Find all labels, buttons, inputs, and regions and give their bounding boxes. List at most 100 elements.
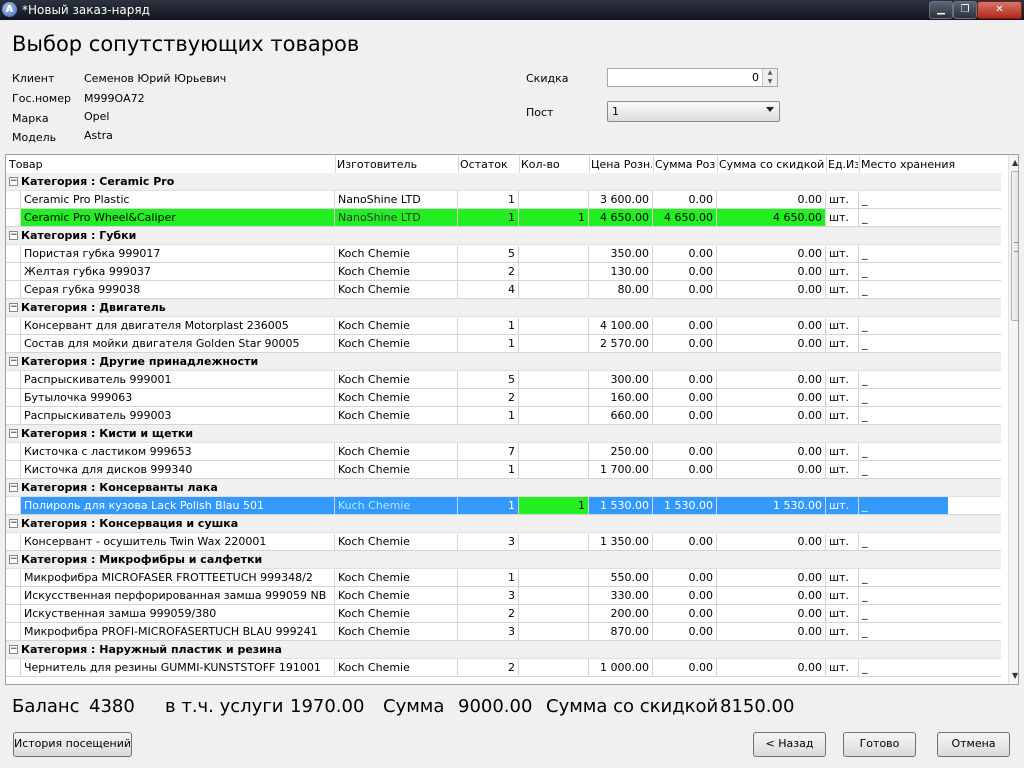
discount-value[interactable]: 0 — [752, 71, 759, 84]
scroll-thumb[interactable] — [1011, 171, 1018, 321]
sum-cell: 0.00 — [653, 191, 717, 208]
unit-cell: шт. — [826, 281, 859, 298]
table-row[interactable]: Чернитель для резины GUMMI-KUNSTSTOFF 19… — [6, 659, 1001, 677]
qty-cell[interactable] — [519, 335, 589, 352]
category-row[interactable]: − Категория : Консерванты лака — [6, 479, 1001, 497]
collapse-minus-icon[interactable]: − — [9, 555, 18, 564]
product-cell: Микрофибра MICROFASER FROTTEETUCH 999348… — [21, 569, 335, 586]
table-row[interactable]: Кисточка для дисков 999340 Koch Chemie 1 1 … — [6, 461, 1001, 479]
qty-cell[interactable] — [519, 281, 589, 298]
col-header-unit[interactable]: Ед.Из — [828, 158, 858, 171]
table-row[interactable]: Кисточка с ластиком 999653 Koch Chemie 7 25… — [6, 443, 1001, 461]
qty-cell[interactable] — [519, 623, 589, 640]
table-row[interactable]: Ceramic Pro Wheel&Caliper NanoShine LTD 1 1… — [6, 209, 1001, 227]
col-header-qty[interactable]: Кол-во — [521, 158, 588, 171]
category-row[interactable]: − Категория : Губки — [6, 227, 1001, 245]
qty-cell[interactable] — [519, 191, 589, 208]
row-indent — [6, 245, 21, 262]
discount-sum-label: Сумма со скидкой — [546, 696, 719, 717]
table-row[interactable]: Распрыскиватель 999003 Koch Chemie 1 660.00… — [6, 407, 1001, 425]
category-row[interactable]: − Категория : Другие принадлежности — [6, 353, 1001, 371]
col-header-sum[interactable]: Сумма Розн — [655, 158, 716, 171]
minimize-icon[interactable]: ▁ — [929, 1, 953, 19]
post-value: 1 — [612, 105, 619, 118]
col-header-price[interactable]: Цена Розн. — [591, 158, 652, 171]
qty-cell[interactable]: 1 — [519, 209, 589, 226]
unit-cell: шт. — [826, 605, 859, 622]
scroll-up-icon[interactable]: ▲ — [1012, 158, 1018, 167]
table-row[interactable]: Распрыскиватель 999001 Koch Chemie 5 300.00… — [6, 371, 1001, 389]
unit-cell: шт. — [826, 191, 859, 208]
col-header-storage[interactable]: Место хранения — [861, 158, 981, 171]
qty-cell[interactable] — [519, 443, 589, 460]
collapse-minus-icon[interactable]: − — [9, 177, 18, 186]
qty-cell[interactable] — [519, 659, 589, 676]
table-row[interactable]: Искусственная перфорированная замша 9990… — [6, 587, 1001, 605]
collapse-minus-icon[interactable]: − — [9, 303, 18, 312]
back-button[interactable]: < Назад — [753, 732, 826, 757]
done-button[interactable]: Готово — [843, 732, 916, 757]
unit-cell: шт. — [826, 497, 859, 514]
category-row[interactable]: − Категория : Микрофибры и салфетки — [6, 551, 1001, 569]
collapse-minus-icon[interactable]: − — [9, 357, 18, 366]
qty-cell[interactable] — [519, 389, 589, 406]
close-icon[interactable]: ✕ — [977, 1, 1022, 19]
table-row[interactable]: Микрофибра MICROFASER FROTTEETUCH 999348… — [6, 569, 1001, 587]
table-row[interactable]: Бутылочка 999063 Koch Chemie 2 160.00 0.00 0.… — [6, 389, 1001, 407]
collapse-minus-icon[interactable]: − — [9, 519, 18, 528]
qty-cell[interactable] — [519, 605, 589, 622]
table-row[interactable]: Микрофибра PROFI-MICROFASERTUCH BLAU 999… — [6, 623, 1001, 641]
maker-cell: NanoShine LTD — [335, 209, 458, 226]
qty-cell[interactable] — [519, 587, 589, 604]
stepper-down-icon[interactable]: ▼ — [763, 78, 777, 86]
price-cell: 4 100.00 — [589, 317, 653, 334]
post-select[interactable]: 1 — [607, 101, 780, 122]
qty-cell[interactable] — [519, 533, 589, 550]
qty-cell[interactable] — [519, 569, 589, 586]
category-row[interactable]: − Категория : Наружный пластик и резина — [6, 641, 1001, 659]
qty-cell[interactable] — [519, 317, 589, 334]
table-row[interactable]: Желтая губка 999037 Koch Chemie 2 130.00 0.0… — [6, 263, 1001, 281]
storage-cell: _ — [862, 607, 868, 620]
table-row[interactable]: Полироль для кузова Lack Polish Blau 501… — [6, 497, 1001, 515]
history-button[interactable]: История посещений — [13, 732, 132, 757]
qty-cell[interactable] — [519, 461, 589, 478]
stock-cell: 2 — [458, 659, 519, 676]
chevron-down-icon[interactable] — [766, 107, 774, 112]
category-row[interactable]: − Категория : Двигатель — [6, 299, 1001, 317]
qty-cell[interactable] — [519, 263, 589, 280]
stepper-up-icon[interactable]: ▲ — [763, 69, 777, 77]
table-row[interactable]: Состав для мойки двигателя Golden Star 9… — [6, 335, 1001, 353]
table-row[interactable]: Ceramic Pro Plastic NanoShine LTD 1 3 600.0… — [6, 191, 1001, 209]
collapse-minus-icon[interactable]: − — [9, 483, 18, 492]
qty-cell[interactable]: 1 — [519, 497, 589, 514]
qty-cell[interactable] — [519, 407, 589, 424]
table-row[interactable]: Серая губка 999038 Koch Chemie 4 80.00 0.00 0… — [6, 281, 1001, 299]
price-cell: 200.00 — [589, 605, 653, 622]
table-row[interactable]: Консервант для двигателя Motorplast 2360… — [6, 317, 1001, 335]
table-row[interactable]: Консервант - осушитель Twin Wax 220001 Ko… — [6, 533, 1001, 551]
qty-cell[interactable] — [519, 245, 589, 262]
col-header-stock[interactable]: Остаток — [460, 158, 518, 171]
vertical-scrollbar[interactable]: ▲ ▼ — [1008, 155, 1018, 684]
collapse-minus-icon[interactable]: − — [9, 231, 18, 240]
discount-stepper[interactable]: 0 ▲ ▼ — [607, 68, 778, 87]
category-row[interactable]: − Категория : Консервация и сушка — [6, 515, 1001, 533]
scroll-down-icon[interactable]: ▼ — [1012, 671, 1018, 680]
category-row[interactable]: − Категория : Кисти и щетки — [6, 425, 1001, 443]
table-row[interactable]: Искуственная замша 999059/380 Koch Chemie… — [6, 605, 1001, 623]
maximize-icon[interactable]: ❐ — [953, 1, 977, 19]
col-header-product[interactable]: Товар — [9, 158, 335, 171]
discount-sum-cell: 0.00 — [717, 659, 826, 676]
col-header-maker[interactable]: Изготовитель — [337, 158, 457, 171]
table-row[interactable]: Пористая губка 999017 Koch Chemie 5 350.00 0… — [6, 245, 1001, 263]
collapse-minus-icon[interactable]: − — [9, 429, 18, 438]
col-header-discount-sum[interactable]: Сумма со скидкой — [719, 158, 825, 171]
post-label: Пост — [526, 106, 554, 119]
cancel-button[interactable]: Отмена — [937, 732, 1010, 757]
qty-cell[interactable] — [519, 371, 589, 388]
stock-cell: 2 — [458, 605, 519, 622]
discount-sum-cell: 0.00 — [717, 407, 826, 424]
category-row[interactable]: − Категория : Ceramic Pro — [6, 173, 1001, 191]
collapse-minus-icon[interactable]: − — [9, 645, 18, 654]
